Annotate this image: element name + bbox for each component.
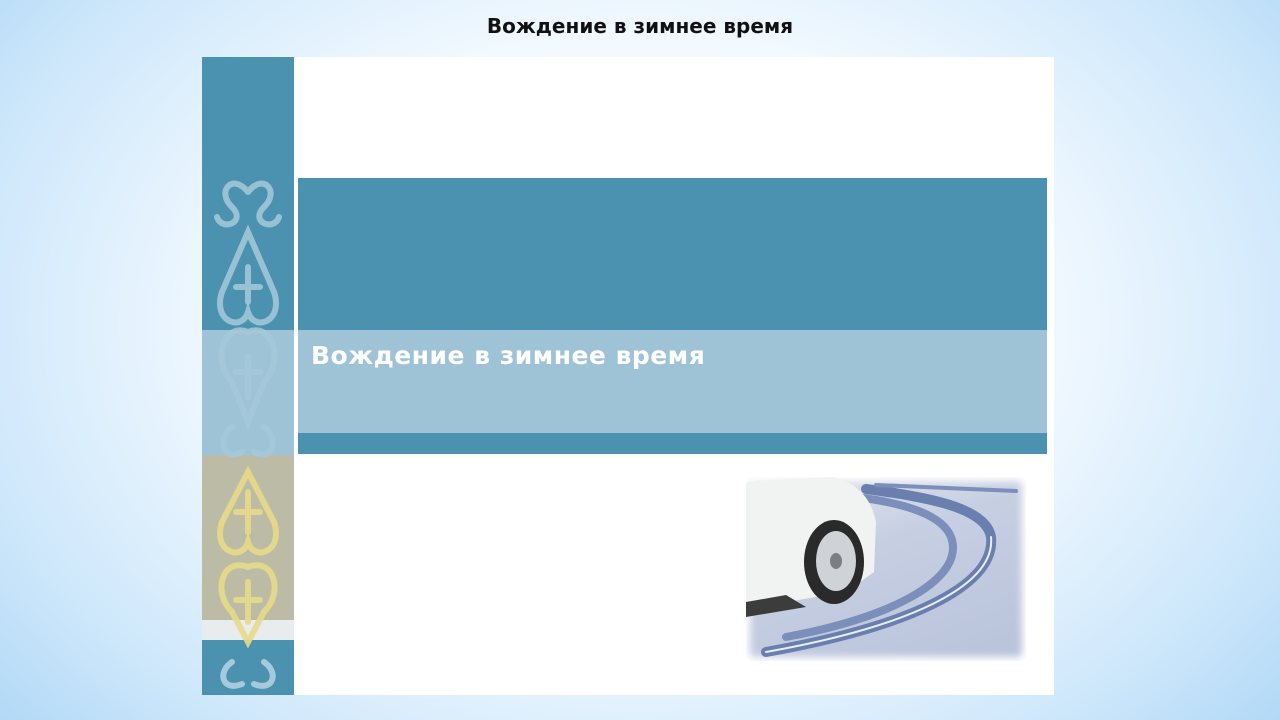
car-snow-image <box>746 477 1026 661</box>
ornament-band <box>202 57 294 695</box>
window-title: Вождение в зимнее время <box>486 14 794 38</box>
title-bar-bottom <box>298 433 1047 454</box>
slide: Вождение в зимнее время <box>202 57 1054 695</box>
ornament-icon <box>214 180 282 689</box>
title-bar-top <box>298 178 1047 330</box>
slide-title: Вождение в зимнее время <box>311 341 706 370</box>
